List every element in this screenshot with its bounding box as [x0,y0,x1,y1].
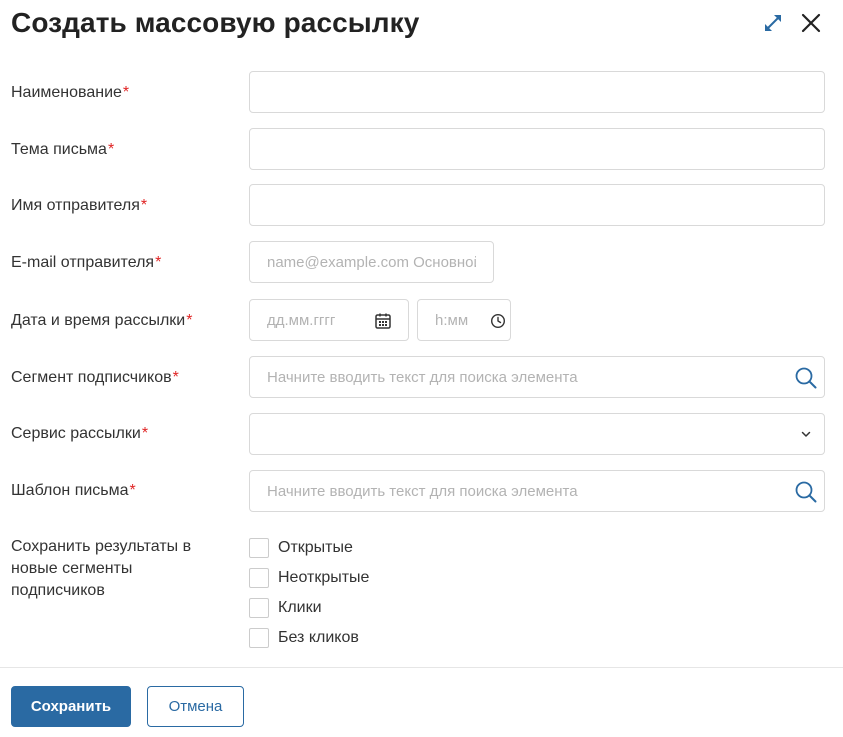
save-button[interactable]: Сохранить [11,686,131,727]
checkbox-clicks[interactable]: Клики [249,593,369,623]
sender-name-input[interactable] [250,185,824,225]
save-results-label: Сохранить результаты в новые сегменты по… [11,538,192,599]
search-icon[interactable] [794,366,818,390]
required-mark: * [186,312,193,329]
required-mark: * [129,482,136,499]
required-mark: * [122,84,130,101]
footer-divider [0,667,843,668]
sender-name-field[interactable] [249,184,825,226]
segment-label: Сегмент подписчиков* [11,369,179,386]
name-input[interactable] [250,72,824,112]
sender-email-label: E-mail отправителя* [11,254,162,271]
segment-field[interactable] [249,356,825,398]
checkbox-unopened[interactable]: Неоткрытые [249,563,369,593]
checkbox[interactable] [249,598,269,618]
name-label: Наименование* [11,84,130,101]
dialog-title: Создать массовую рассылку [11,7,420,38]
date-field[interactable] [249,299,409,341]
save-results-options: Открытые Неоткрытые Клики Без кликов [249,533,369,653]
subject-input[interactable] [250,129,824,169]
template-label: Шаблон письма* [11,482,136,499]
chevron-down-icon[interactable] [800,428,812,440]
required-mark: * [141,425,149,442]
name-field[interactable] [249,71,825,113]
expand-arrows-icon[interactable] [762,12,784,34]
required-mark: * [107,141,115,158]
template-search-input[interactable] [250,471,824,511]
search-icon[interactable] [794,480,818,504]
required-mark: * [140,197,148,214]
segment-search-input[interactable] [250,357,824,397]
service-label: Сервис рассылки* [11,425,149,442]
datetime-label: Дата и время рассылки* [11,312,193,329]
time-field[interactable] [417,299,511,341]
service-select[interactable] [249,413,825,455]
checkbox[interactable] [249,628,269,648]
required-mark: * [172,369,179,386]
subject-label: Тема письма* [11,141,115,158]
required-mark: * [155,254,162,271]
template-field[interactable] [249,470,825,512]
subject-field[interactable] [249,128,825,170]
checkbox-no-clicks[interactable]: Без кликов [249,623,369,653]
sender-email-input[interactable] [250,242,493,282]
close-icon[interactable] [799,11,823,35]
checkbox[interactable] [249,538,269,558]
cancel-button[interactable]: Отмена [147,686,244,727]
checkbox[interactable] [249,568,269,588]
clock-icon[interactable] [490,313,506,329]
calendar-icon[interactable] [374,312,392,330]
checkbox-opened[interactable]: Открытые [249,533,369,563]
sender-name-label: Имя отправителя* [11,197,148,214]
sender-email-field[interactable] [249,241,494,283]
